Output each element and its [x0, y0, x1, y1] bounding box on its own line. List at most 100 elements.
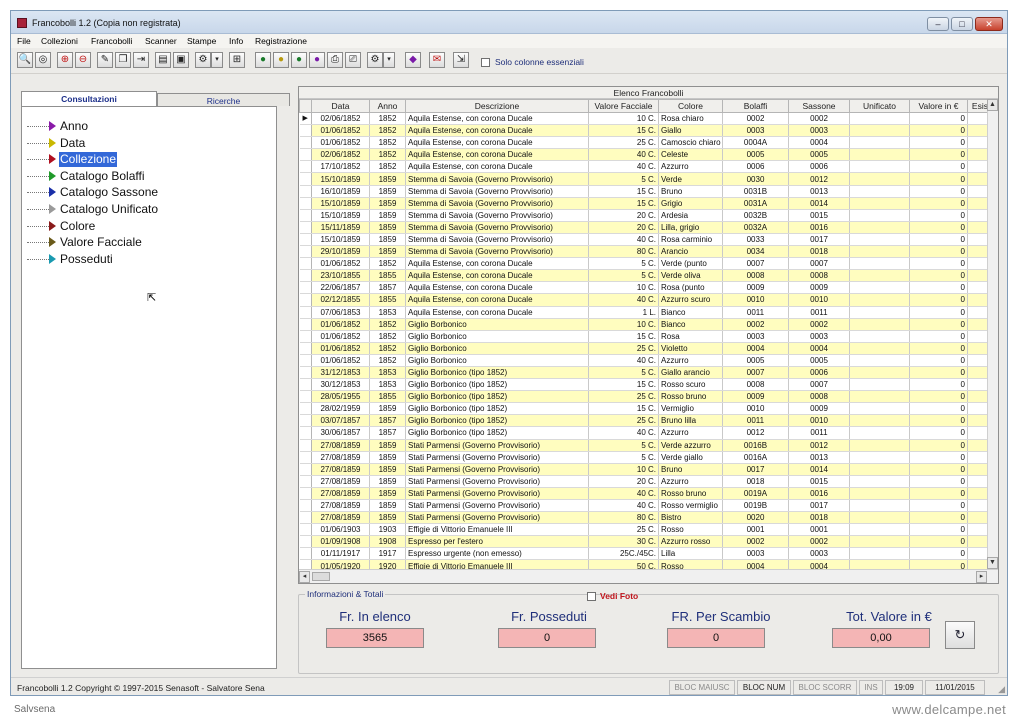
table-cell[interactable] — [849, 511, 910, 525]
table-cell[interactable]: Camoscio chiaro — [658, 136, 723, 150]
table-cell[interactable]: Aquila Estense, con corona Ducale — [405, 306, 589, 319]
table-cell[interactable]: Azzurro rosso — [658, 535, 723, 549]
table-cell[interactable]: 10 C. — [588, 318, 659, 331]
table-cell[interactable]: 10 C. — [588, 463, 659, 476]
row-indicator[interactable] — [299, 136, 312, 150]
export-icon[interactable]: ⇥ — [133, 52, 149, 68]
table-cell[interactable]: 01/06/1852 — [311, 136, 370, 150]
table-cell[interactable]: 0011 — [722, 306, 789, 319]
table-cell[interactable]: 17/10/1852 — [311, 160, 370, 174]
row-indicator[interactable] — [299, 172, 312, 186]
table-cell[interactable]: 0 — [909, 463, 968, 476]
table-row[interactable]: 01/06/1852 1852 Aquila Estense, con corona… — [299, 257, 998, 271]
table-cell[interactable]: 0017 — [722, 463, 789, 476]
table-cell[interactable]: 1852 — [369, 112, 406, 126]
row-indicator[interactable] — [299, 451, 312, 464]
preview-icon[interactable]: ⎙ — [327, 52, 343, 68]
row-indicator[interactable]: ▶ — [299, 112, 312, 126]
table-cell[interactable]: 01/06/1852 — [311, 124, 370, 138]
table-cell[interactable]: 40 C. — [588, 499, 659, 513]
edit-icon[interactable]: ✎ — [97, 52, 113, 68]
table-cell[interactable]: Verde — [658, 172, 723, 186]
table-cell[interactable]: Stati Parmensi (Governo Provvisorio) — [405, 451, 589, 464]
table-cell[interactable]: 0002 — [788, 112, 850, 126]
table-cell[interactable]: Aquila Estense, con corona Ducale — [405, 160, 589, 174]
table-cell[interactable]: Stemma di Savoia (Governo Provvisorio) — [405, 233, 589, 247]
essential-columns-checkbox[interactable] — [481, 58, 490, 67]
table-row[interactable]: 07/06/1853 1853 Aquila Estense, con corona… — [299, 306, 998, 319]
table-cell[interactable]: 0 — [909, 306, 968, 319]
table-cell[interactable]: 15 C. — [588, 197, 659, 210]
table-cell[interactable]: 5 C. — [588, 257, 659, 271]
table-row[interactable]: 30/12/1853 1853 Giglio Borbonico (tipo 185… — [299, 378, 998, 392]
table-cell[interactable]: 1852 — [369, 318, 406, 331]
table-cell[interactable]: Aquila Estense, con corona Ducale — [405, 136, 589, 150]
row-indicator[interactable] — [299, 124, 312, 138]
purple-globe-icon[interactable]: ● — [309, 52, 325, 68]
table-row[interactable]: 01/06/1852 1852 Giglio Borbonico 40 C. Azzur… — [299, 354, 998, 367]
table-cell[interactable]: 25 C. — [588, 136, 659, 150]
table-cell[interactable]: Giglio Borbonico (tipo 1852) — [405, 390, 589, 404]
table-cell[interactable]: Bruno lilla — [658, 414, 723, 428]
table-cell[interactable]: 0031A — [722, 197, 789, 210]
dropdown-arrow-icon[interactable]: ▾ — [211, 52, 223, 68]
table-row[interactable]: 01/06/1852 1852 Giglio Borbonico 15 C. Rosa 0… — [299, 330, 998, 343]
table-cell[interactable]: 0 — [909, 197, 968, 210]
tree-item[interactable]: Catalogo Bolaffi — [27, 169, 227, 184]
table-cell[interactable]: 27/08/1859 — [311, 451, 370, 464]
table-cell[interactable]: Azzurro — [658, 475, 723, 488]
table-cell[interactable] — [849, 451, 910, 464]
table-cell[interactable]: Azzurro scuro — [658, 293, 723, 307]
vedi-foto-checkbox[interactable] — [587, 592, 596, 601]
table-cell[interactable]: 0008 — [722, 378, 789, 392]
horizontal-scroll-thumb[interactable] — [312, 572, 330, 581]
table-cell[interactable]: 20 C. — [588, 209, 659, 222]
table-cell[interactable]: 0 — [909, 330, 968, 343]
table-cell[interactable]: Giglio Borbonico (tipo 1852) — [405, 402, 589, 416]
table-cell[interactable]: Espresso per l'estero — [405, 535, 589, 549]
table-cell[interactable]: 1852 — [369, 124, 406, 138]
table-row[interactable]: 28/05/1955 1855 Giglio Borbonico (tipo 185… — [299, 390, 998, 404]
table-cell[interactable]: 0033 — [722, 233, 789, 247]
table-cell[interactable]: 0007 — [722, 366, 789, 380]
table-cell[interactable]: 0004A — [722, 136, 789, 150]
table-cell[interactable]: 0016B — [722, 439, 789, 452]
menu-collezioni[interactable]: Collezioni — [41, 36, 78, 46]
table-cell[interactable]: 0 — [909, 257, 968, 271]
table-cell[interactable]: Aquila Estense, con corona Ducale — [405, 112, 589, 126]
row-indicator[interactable] — [299, 511, 312, 525]
settings-icon[interactable]: ⚙ — [195, 52, 211, 68]
table-cell[interactable]: 28/02/1959 — [311, 402, 370, 416]
table-cell[interactable]: 22/06/1857 — [311, 281, 370, 295]
table-cell[interactable]: Rosso vermiglio — [658, 499, 723, 513]
table-cell[interactable]: 31/12/1853 — [311, 366, 370, 380]
table-cell[interactable]: 0017 — [788, 233, 850, 247]
table-row[interactable]: 15/11/1859 1859 Stemma di Savoia (Governo … — [299, 221, 998, 234]
table-cell[interactable]: 0002 — [788, 535, 850, 549]
table-cell[interactable]: Stati Parmensi (Governo Provvisorio) — [405, 499, 589, 513]
table-cell[interactable]: Bianco — [658, 306, 723, 319]
table-cell[interactable]: 30/12/1853 — [311, 378, 370, 392]
table-cell[interactable] — [849, 487, 910, 501]
row-indicator[interactable] — [299, 293, 312, 307]
table-cell[interactable]: 0016A — [722, 451, 789, 464]
table-row[interactable]: 28/02/1959 1859 Giglio Borbonico (tipo 185… — [299, 402, 998, 416]
table-cell[interactable]: 1853 — [369, 366, 406, 380]
table-cell[interactable]: 0 — [909, 293, 968, 307]
table-cell[interactable]: 0031B — [722, 185, 789, 198]
table-cell[interactable]: 0008 — [788, 390, 850, 404]
table-cell[interactable]: 15/10/1859 — [311, 209, 370, 222]
table-cell[interactable]: 0 — [909, 366, 968, 380]
table-cell[interactable]: 1859 — [369, 499, 406, 513]
scan-icon[interactable]: ▣ — [173, 52, 189, 68]
table-cell[interactable]: 0006 — [722, 160, 789, 174]
exit-icon[interactable]: ⇲ — [453, 52, 469, 68]
row-indicator[interactable] — [299, 378, 312, 392]
table-cell[interactable]: 1859 — [369, 185, 406, 198]
table-cell[interactable]: 40 C. — [588, 354, 659, 367]
col-header-unificato[interactable]: Unificato — [849, 99, 910, 113]
title-bar[interactable]: Francobolli 1.2 (Copia non registrata) –… — [11, 11, 1007, 34]
tree-item[interactable]: Anno — [27, 119, 227, 134]
tab-ricerche[interactable]: Ricerche — [157, 93, 290, 106]
table-cell[interactable] — [849, 148, 910, 162]
